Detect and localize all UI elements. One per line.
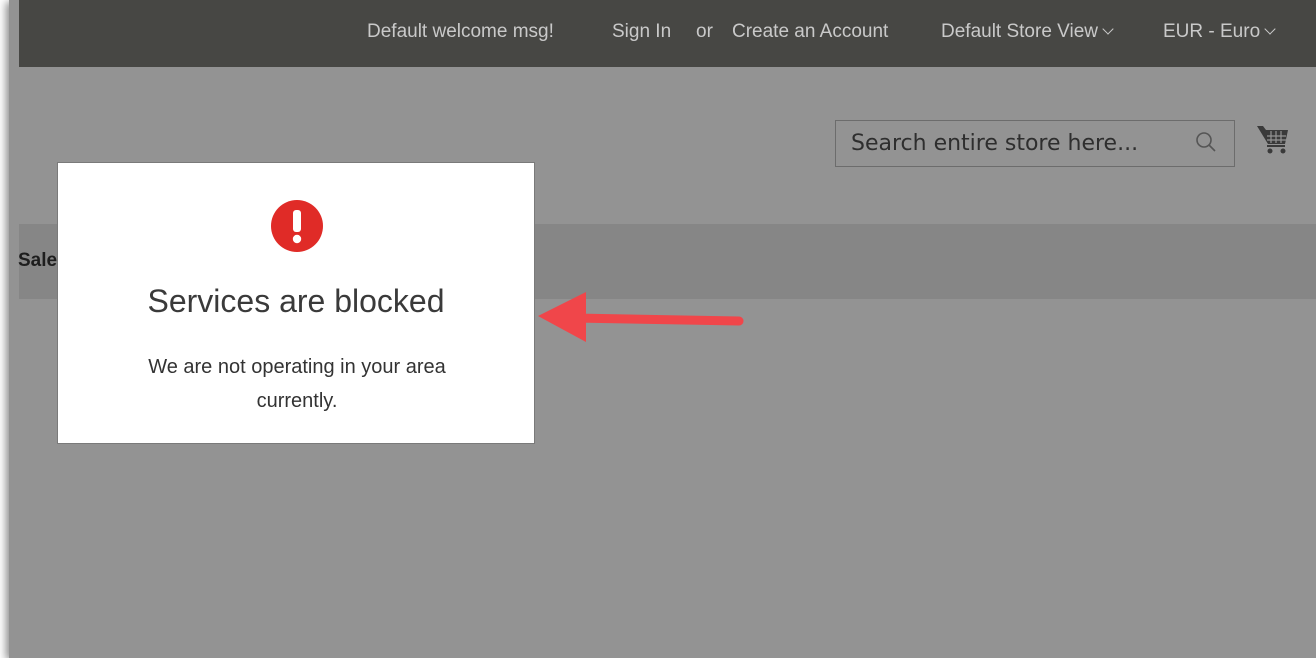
welcome-message: Default welcome msg! xyxy=(367,21,554,42)
nav-item-sale[interactable]: Sale xyxy=(18,250,57,272)
search-box xyxy=(835,120,1235,167)
store-view-label: Default Store View xyxy=(941,21,1099,42)
modal-message: We are not operating in your area curren… xyxy=(148,356,446,412)
currency-switcher[interactable]: EUR - Euro xyxy=(1163,21,1276,43)
cart-icon[interactable] xyxy=(1255,122,1291,158)
modal-title: Services are blocked xyxy=(147,283,445,319)
create-account-link[interactable]: Create an Account xyxy=(732,21,888,43)
search-input[interactable] xyxy=(836,121,1191,166)
or-text: or xyxy=(696,21,713,42)
sign-in-link[interactable]: Sign In xyxy=(612,21,671,43)
currency-label: EUR - Euro xyxy=(1163,21,1261,42)
chevron-down-icon xyxy=(1264,23,1276,35)
search-icon[interactable] xyxy=(1195,131,1217,153)
arrow-annotation xyxy=(538,292,744,342)
alert-icon xyxy=(271,200,323,252)
header-panel: Default welcome msg! Sign In or Create a… xyxy=(19,0,1316,67)
blocked-services-modal: Services are blocked We are not operatin… xyxy=(57,162,535,444)
store-switcher[interactable]: Default Store View xyxy=(941,21,1114,43)
chevron-down-icon xyxy=(1102,23,1114,35)
